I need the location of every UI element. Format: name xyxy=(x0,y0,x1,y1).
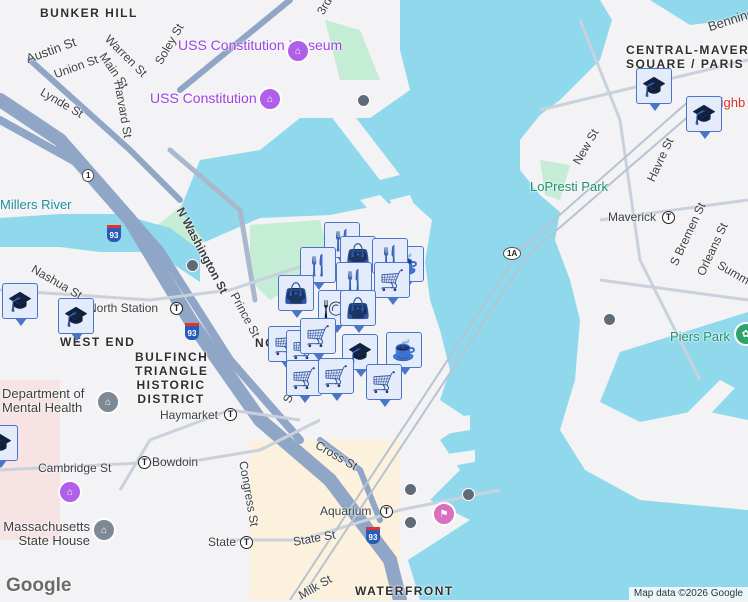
ferry-icon[interactable] xyxy=(462,488,475,501)
subway-icon[interactable]: T xyxy=(138,456,151,469)
cart-marker[interactable]: 🛒 xyxy=(286,360,322,403)
ferry-icon[interactable] xyxy=(404,483,417,496)
cart-icon: 🛒 xyxy=(291,367,317,390)
subway-icon[interactable]: T xyxy=(380,505,393,518)
station-label-bowdoin[interactable]: Bowdoin xyxy=(152,455,198,469)
government-building-icon[interactable]: ⌂ xyxy=(92,518,116,542)
school-marker[interactable]: 🎓 xyxy=(636,68,672,111)
highway-shield-i93: 93 xyxy=(366,527,380,544)
fork-icon: 🍴 xyxy=(305,254,331,277)
bag-icon: 👜 xyxy=(283,282,309,305)
school-marker[interactable]: 🎓 xyxy=(58,298,94,341)
map-attribution[interactable]: Map data ©2026 Google xyxy=(628,587,748,600)
bag-marker[interactable]: 👜 xyxy=(340,290,376,333)
park-label-lopresti[interactable]: LoPresti Park xyxy=(530,179,608,194)
aquarium-icon[interactable]: ⚑ xyxy=(432,502,456,526)
school-icon: 🎓 xyxy=(0,431,12,456)
cart-icon: 🛒 xyxy=(379,269,405,292)
google-logo: Google xyxy=(6,575,72,596)
museum-icon[interactable]: ⌂ xyxy=(258,87,282,111)
museum-icon[interactable]: ⌂ xyxy=(286,39,310,63)
school-marker[interactable]: 🎓 xyxy=(2,283,38,326)
bag-marker[interactable]: 👜 xyxy=(278,275,314,318)
park-label-piers[interactable]: Piers Park xyxy=(670,329,730,344)
station-label-state[interactable]: State xyxy=(208,535,236,549)
area-label-bulfinch: BULFINCH TRIANGLE HISTORIC DISTRICT xyxy=(135,350,209,406)
school-icon: 🎓 xyxy=(691,103,717,126)
station-label-north-station[interactable]: North Station xyxy=(88,301,158,315)
ferry-icon[interactable] xyxy=(603,313,616,326)
ferry-icon[interactable] xyxy=(186,259,199,272)
highway-shield-i93: 93 xyxy=(107,225,121,242)
school-icon: 🎓 xyxy=(63,305,89,328)
cart-marker[interactable]: 🛒 xyxy=(318,358,354,401)
ferry-icon[interactable] xyxy=(357,94,370,107)
cart-marker[interactable]: 🛒 xyxy=(366,364,402,407)
poi-label-state-house[interactable]: Massachusetts State House xyxy=(0,520,90,548)
area-label-bunker-hill: BUNKER HILL xyxy=(40,6,138,20)
cart-marker[interactable]: 🛒 xyxy=(374,262,410,305)
museum-icon[interactable]: ⌂ xyxy=(58,480,82,504)
cup-marker[interactable]: ☕ xyxy=(386,332,422,375)
school-icon: 🎓 xyxy=(641,75,667,98)
fork-icon: 🍴 xyxy=(341,269,367,292)
subway-icon[interactable]: T xyxy=(170,302,183,315)
subway-icon[interactable]: T xyxy=(224,408,237,421)
subway-icon[interactable]: T xyxy=(662,211,675,224)
poi-label-uss-constitution[interactable]: USS Constitution xyxy=(150,91,257,106)
area-label-central-maverick: CENTRAL-MAVERICK SQUARE / PARIS xyxy=(626,43,748,71)
station-label-aquarium[interactable]: Aquarium xyxy=(320,504,371,518)
station-label-haymarket[interactable]: Haymarket xyxy=(160,408,218,422)
school-marker[interactable]: 🎓 xyxy=(0,425,18,468)
cart-icon: 🛒 xyxy=(323,365,349,388)
poi-label-uss-constitution-museum[interactable]: USS Constitution Museum xyxy=(178,38,342,53)
station-label-maverick[interactable]: Maverick xyxy=(608,210,656,224)
highway-shield-i93: 93 xyxy=(185,323,199,340)
school-icon: 🎓 xyxy=(7,290,33,313)
cart-icon: 🛒 xyxy=(371,371,397,394)
poi-label-dept-mental-health[interactable]: Department of Mental Health xyxy=(2,387,97,415)
street-label: Cambridge St xyxy=(38,461,112,475)
cart-icon: 🛒 xyxy=(305,325,331,348)
subway-icon[interactable]: T xyxy=(240,536,253,549)
cup-icon: ☕ xyxy=(391,339,417,362)
ferry-icon[interactable] xyxy=(404,516,417,529)
government-building-icon[interactable]: ⌂ xyxy=(96,390,120,414)
area-label-waterfront: WATERFRONT xyxy=(355,584,454,598)
water-label-millers-river: Millers River xyxy=(0,197,72,212)
bag-icon: 👜 xyxy=(345,297,371,320)
cart-marker[interactable]: 🛒 xyxy=(300,318,336,361)
school-marker[interactable]: 🎓 xyxy=(686,96,722,139)
